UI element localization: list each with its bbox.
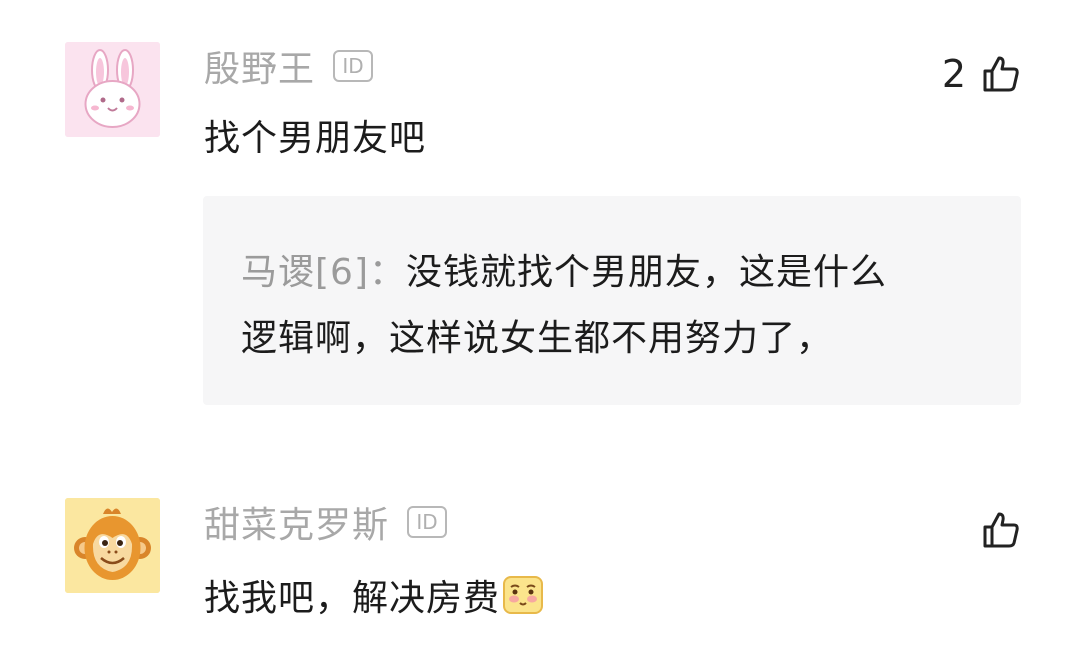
reply-line-2: 逻辑啊，这样说女生都不用努力了， [241, 318, 834, 359]
reply-preview[interactable]: 马谡[6]：没钱就找个男朋友，这是什么逻辑啊，这样说女生都不用努力了， [203, 196, 1021, 405]
comment-list: 殷野王 ID 2 找个男朋友吧 马谡[6]：没钱就找个男朋友，这是什么逻辑啊，这… [0, 0, 1080, 666]
like-button[interactable] [980, 506, 1022, 554]
reply-line-1: 没钱就找个男朋友，这是什么 [406, 252, 888, 293]
id-badge: ID [333, 50, 374, 82]
username-row: 殷野王 ID [204, 40, 374, 92]
thumbs-up-icon[interactable] [980, 53, 1022, 95]
username-row: 甜菜克罗斯 ID [204, 496, 448, 548]
comment-content: 找个男朋友吧 [204, 118, 427, 159]
like-count: 2 [941, 52, 966, 96]
comment-text: 找我吧，解决房费 [204, 578, 501, 619]
comment-item: 甜菜克罗斯 ID 找我吧，解决房费 [0, 440, 1080, 666]
id-badge: ID [407, 506, 448, 538]
pink-rabbit-avatar-icon[interactable] [65, 42, 160, 137]
reply-author[interactable]: 马谡[6]： [241, 252, 406, 293]
reply-text: 马谡[6]：没钱就找个男朋友，这是什么逻辑啊，这样说女生都不用努力了， [241, 240, 1001, 372]
comment-content: 找我吧，解决房费 [204, 570, 544, 620]
monkey-avatar-icon[interactable] [65, 498, 160, 593]
username[interactable]: 甜菜克罗斯 [204, 496, 389, 548]
username[interactable]: 殷野王 [204, 40, 315, 92]
comment-item: 殷野王 ID 2 找个男朋友吧 马谡[6]：没钱就找个男朋友，这是什么逻辑啊，这… [0, 0, 1080, 440]
like-button[interactable]: 2 [942, 50, 1022, 98]
thumbs-up-icon[interactable] [980, 509, 1022, 551]
blushing-face-emoji-icon [500, 574, 544, 616]
